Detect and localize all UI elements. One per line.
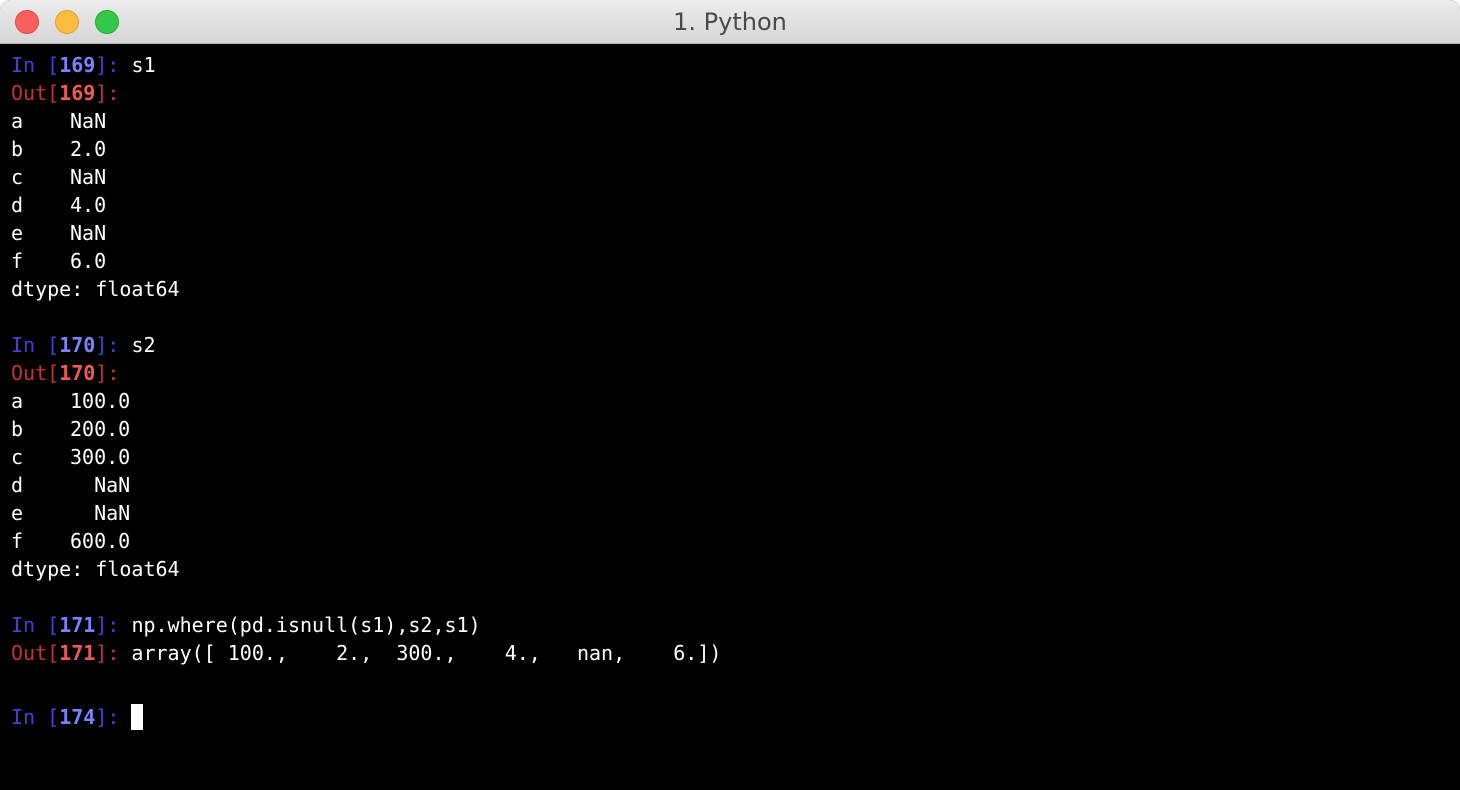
title-bar[interactable]: 1. Python [0,0,1460,44]
series-row: d NaN [11,473,131,497]
active-input-line[interactable]: In [174]: [11,703,1451,731]
cell-number: 169 [59,81,96,105]
cell-number: 174 [59,705,96,729]
cell-number: 171 [59,613,96,637]
window-title: 1. Python [673,8,787,36]
in-label: In [11,333,36,357]
dtype-line: dtype: float64 [11,277,180,301]
series-row: e NaN [11,221,107,245]
series-row: b 200.0 [11,417,131,441]
input-code: s1 [131,53,156,77]
in-label: In [11,53,36,77]
input-prompt-line: In [171]: np.where(pd.isnull(s1),s2,s1) [11,613,481,637]
out-label: Out [11,81,48,105]
terminal-output[interactable]: In [169]: s1 Out[169]: a NaN b 2.0 c NaN d4… [11,51,1451,781]
text-cursor [131,704,144,730]
cell-number: 169 [59,53,96,77]
cell-number: 170 [59,333,96,357]
input-code: np.where(pd.isnull(s1),s2,s1) [131,613,481,637]
input-code: s2 [131,333,156,357]
series-row: b 2.0 [11,137,107,161]
input-prompt-line: In [170]: s2 [11,333,156,357]
in-label: In [11,613,36,637]
output-prompt-line: Out[169]: [11,81,120,105]
output-array: array([ 100., 2., 300., 4., nan, 6.]) [131,641,722,665]
series-row: c 300.0 [11,445,131,469]
series-row: f 6.0 [11,249,107,273]
series-row: a 100.0 [11,389,131,413]
out-label: Out [11,361,48,385]
output-prompt-line: Out[170]: [11,361,120,385]
series-row: f 600.0 [11,529,131,553]
dtype-line: dtype: float64 [11,557,180,581]
out-label: Out [11,641,48,665]
series-row: c NaN [11,165,107,189]
series-row: a NaN [11,109,107,133]
series-row: d 4.0 [11,193,107,217]
in-label: In [11,705,36,729]
cell-number: 171 [59,641,96,665]
cell-number: 170 [59,361,96,385]
output-prompt-line: Out[171]: array([ 100., 2., 300., 4., na… [11,641,722,665]
terminal-window: 1. Python In [169]: s1 Out[169]: a NaN b2… [0,0,1460,790]
input-prompt-line: In [169]: s1 [11,53,156,77]
series-row: e NaN [11,501,131,525]
